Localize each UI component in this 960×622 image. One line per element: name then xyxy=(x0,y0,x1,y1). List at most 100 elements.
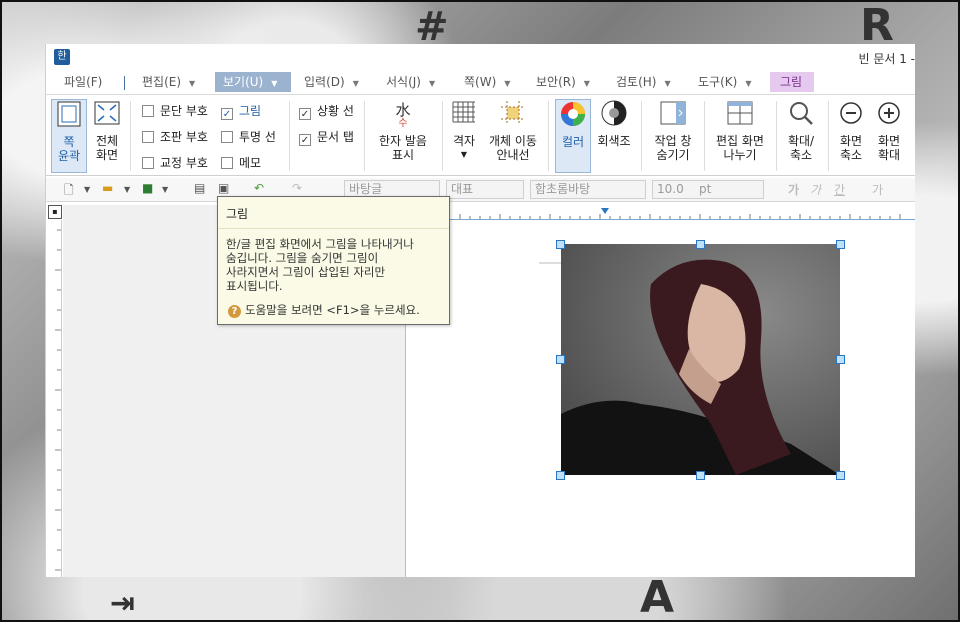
resize-handle-bottom-right[interactable] xyxy=(836,471,845,480)
menu-insert[interactable]: 입력(D) ▼ xyxy=(296,72,370,92)
new-doc-icon[interactable]: 🗋 xyxy=(64,181,74,202)
ribbon-divider xyxy=(704,101,705,171)
menu-file[interactable]: 파일(F) xyxy=(56,72,126,92)
grid-label: 격자 xyxy=(452,134,476,148)
font-color-button[interactable]: 가 xyxy=(872,181,883,198)
color-button[interactable]: 컬러 xyxy=(555,99,591,173)
split-view-label: 편집 화면 나누기 xyxy=(716,134,764,162)
task-pane-icon xyxy=(660,101,686,125)
keycap-glyph: A xyxy=(640,572,675,622)
tooltip-help: ? 도움말을 보려면 <F1>을 누르세요. xyxy=(228,302,420,318)
hanja-button[interactable]: 水수 한자 발음 표시 xyxy=(370,99,436,162)
undo-icon[interactable]: ↶ xyxy=(254,181,264,195)
grayscale-icon xyxy=(601,100,627,126)
zoom-label: 확대/ 축소 xyxy=(787,134,815,162)
underline-button[interactable]: 간 xyxy=(834,181,845,198)
status-line-checkbox[interactable]: ✓ 상황 선 xyxy=(299,103,354,120)
ribbon-divider xyxy=(776,101,777,171)
open-folder-icon[interactable]: ▬ xyxy=(102,181,113,195)
ribbon-divider xyxy=(641,101,642,171)
help-icon: ? xyxy=(228,305,241,318)
menu-review[interactable]: 검토(H) ▼ xyxy=(608,72,680,92)
menu-format[interactable]: 서식(J) ▼ xyxy=(378,72,450,92)
resize-handle-top-left[interactable] xyxy=(556,240,565,249)
tooltip-help-text: 도움말을 보려면 <F1>을 누르세요. xyxy=(245,303,420,317)
hanja-icon: 水수 xyxy=(395,101,410,129)
memo-checkbox[interactable]: 메모 xyxy=(221,155,261,171)
open-dropdown-icon[interactable]: ▼ xyxy=(124,185,130,194)
grid-icon xyxy=(452,101,475,123)
hide-task-pane-button[interactable]: 작업 창 숨기기 xyxy=(648,99,698,162)
full-screen-label: 전체 화면 xyxy=(95,134,119,162)
menu-tools[interactable]: 도구(K) ▼ xyxy=(690,72,766,92)
resize-handle-top-right[interactable] xyxy=(836,240,845,249)
split-view-button[interactable]: 편집 화면 나누기 xyxy=(710,99,770,162)
grid-dropdown-icon: ▼ xyxy=(460,150,468,159)
ruler-corner-button[interactable]: ▪ xyxy=(48,205,62,219)
doc-tab-checkbox[interactable]: ✓ 문서 탭 xyxy=(299,129,354,146)
zoom-button[interactable]: 확대/ 축소 xyxy=(782,99,820,162)
save-icon[interactable]: ■ xyxy=(142,181,153,195)
inserted-picture[interactable] xyxy=(561,244,840,475)
font-size-field[interactable]: 10.0 pt xyxy=(652,180,764,199)
layout-mark-checkbox[interactable]: 조판 부호 xyxy=(142,129,208,145)
tooltip-title: 그림 xyxy=(218,197,449,229)
new-doc-dropdown-icon[interactable]: ▼ xyxy=(84,185,90,194)
zoom-out-button[interactable]: 화면 축소 xyxy=(834,99,868,162)
menu-view[interactable]: 보기(U) ▼ xyxy=(215,72,291,92)
preview-icon[interactable]: ▣ xyxy=(218,181,229,195)
ribbon-divider xyxy=(130,101,131,171)
zoom-in-button[interactable]: 화면 확대 xyxy=(872,99,906,162)
transparent-line-checkbox[interactable]: 투명 선 xyxy=(221,129,276,145)
svg-text:수: 수 xyxy=(398,117,407,127)
page-outline-button[interactable]: 쪽 윤곽 xyxy=(51,99,87,173)
menu-picture[interactable]: 그림 xyxy=(770,72,814,92)
portrait-photo xyxy=(561,244,840,475)
full-screen-button[interactable]: 전체 화면 xyxy=(90,99,124,162)
ribbon-divider xyxy=(548,101,549,171)
proof-mark-checkbox[interactable]: 교정 부호 xyxy=(142,155,208,171)
resize-handle-top[interactable] xyxy=(696,240,705,249)
resize-handle-right[interactable] xyxy=(836,355,845,364)
title-bar: 한 빈 문서 1 - xyxy=(46,44,915,70)
horizontal-ruler-ticks xyxy=(459,208,901,219)
horizontal-ruler xyxy=(450,206,915,220)
print-icon[interactable]: ▤ xyxy=(194,181,205,195)
app-logo-icon: 한 xyxy=(54,49,70,65)
object-guide-label: 개체 이동 안내선 xyxy=(489,134,537,162)
vertical-ruler xyxy=(48,220,62,577)
menu-security[interactable]: 보안(R) ▼ xyxy=(528,72,600,92)
picture-checkbox[interactable]: ✓ 그림 xyxy=(221,103,261,120)
italic-button[interactable]: 가 xyxy=(810,181,821,198)
zoom-in-icon xyxy=(878,102,900,124)
zoom-in-label: 화면 확대 xyxy=(877,134,901,162)
window-title: 빈 문서 1 - xyxy=(858,52,915,66)
grayscale-button[interactable]: 회색조 xyxy=(595,99,633,148)
menu-edit[interactable]: 편집(E) ▼ xyxy=(134,72,206,92)
zoom-out-label: 화면 축소 xyxy=(839,134,863,162)
svg-text:水: 水 xyxy=(395,101,410,119)
picture-tooltip: 그림 한/글 편집 화면에서 그림을 나타내거나 숨깁니다. 그림을 숨기면 그… xyxy=(217,196,450,325)
language-select[interactable]: 대표 xyxy=(446,180,524,199)
page-outline-icon xyxy=(57,101,81,127)
ribbon-divider xyxy=(364,101,365,171)
save-dropdown-icon[interactable]: ▼ xyxy=(162,185,168,194)
resize-handle-left[interactable] xyxy=(556,355,565,364)
bold-button[interactable]: 가 xyxy=(788,181,799,198)
hwp-window: 한 빈 문서 1 - 파일(F) 편집(E) ▼ 보기(U) ▼ 입력(D) ▼ 서식… xyxy=(45,44,915,577)
format-toolbar: 🗋 ▼ ▬ ▼ ■ ▼ ▤ ▣ ↶ ↷ 바탕글 대표 함초롬바탕 10.0 pt… xyxy=(46,178,915,202)
object-guide-button[interactable]: 개체 이동 안내선 xyxy=(483,99,543,162)
ribbon-divider xyxy=(442,101,443,171)
redo-icon[interactable]: ↷ xyxy=(292,181,302,195)
color-label: 컬러 xyxy=(561,135,585,149)
para-mark-checkbox[interactable]: 문단 부호 xyxy=(142,103,208,119)
resize-handle-bottom[interactable] xyxy=(696,471,705,480)
font-select[interactable]: 함초롬바탕 xyxy=(530,180,646,199)
grid-button[interactable]: 격자 ▼ xyxy=(446,99,482,162)
resize-handle-bottom-left[interactable] xyxy=(556,471,565,480)
zoom-out-icon xyxy=(840,102,862,124)
menu-page[interactable]: 쪽(W) ▼ xyxy=(456,72,528,92)
tooltip-body: 한/글 편집 화면에서 그림을 나타내거나 숨깁니다. 그림을 숨기면 그림이 … xyxy=(226,237,414,293)
menu-divider xyxy=(124,76,125,90)
full-screen-icon xyxy=(94,101,120,125)
